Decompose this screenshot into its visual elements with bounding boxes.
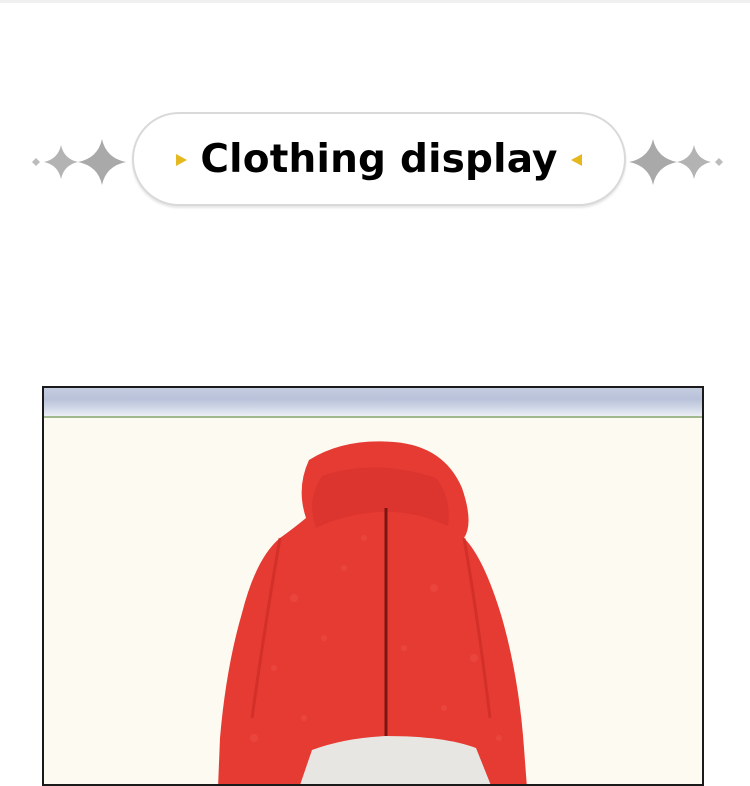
sparkles-left-icon xyxy=(32,139,126,185)
frame-header-band xyxy=(44,388,702,416)
sparkles-right-icon xyxy=(629,139,723,185)
product-image xyxy=(44,418,702,784)
section-title: Clothing display xyxy=(200,136,558,182)
sparkle-small xyxy=(32,158,40,166)
top-divider xyxy=(0,0,750,3)
sparkle-small xyxy=(715,158,723,166)
product-image-frame xyxy=(42,386,704,786)
section-title-banner: Clothing display xyxy=(132,112,626,206)
sparkle-large xyxy=(629,139,677,185)
sparkle-large xyxy=(78,139,126,185)
sparkle-medium xyxy=(677,145,711,179)
sparkle-medium xyxy=(44,145,78,179)
arrow-left-icon xyxy=(571,154,582,166)
